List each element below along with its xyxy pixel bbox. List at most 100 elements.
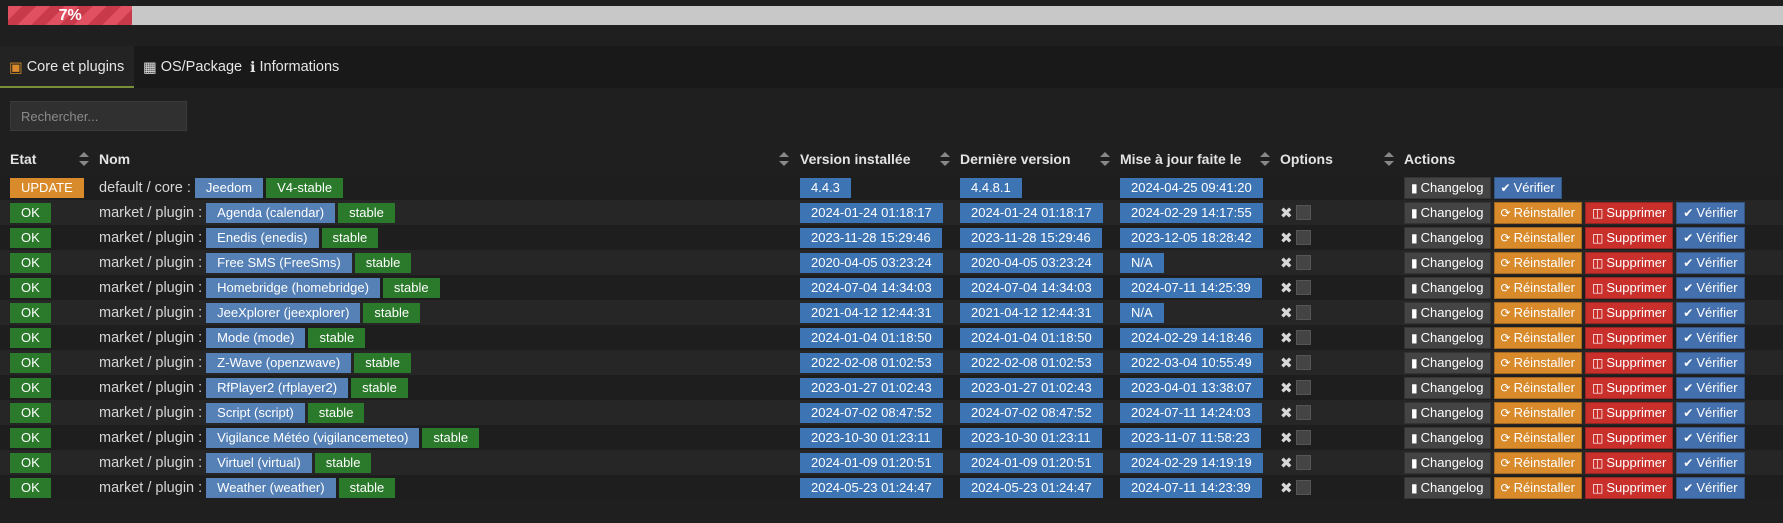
verify-button[interactable]: ✔ Vérifier (1676, 351, 1745, 374)
search-input[interactable] (10, 101, 187, 131)
reinstall-button[interactable]: ⟳ Réinstaller (1493, 201, 1582, 224)
verify-button[interactable]: ✔ Vérifier (1676, 226, 1745, 249)
verify-button[interactable]: ✔ Vérifier (1676, 401, 1745, 424)
delete-button[interactable]: ◫ Supprimer (1584, 301, 1674, 324)
delete-button[interactable]: ◫ Supprimer (1584, 226, 1674, 249)
tab-informations[interactable]: ℹ Informations (241, 46, 349, 88)
verify-button[interactable]: ✔ Vérifier (1676, 476, 1745, 499)
verify-button[interactable]: ✔ Vérifier (1676, 201, 1745, 224)
option-checkbox[interactable] (1295, 230, 1311, 245)
latest-version-badge: 4.4.8.1 (960, 177, 1022, 198)
changelog-button[interactable]: ▮ Changelog (1404, 251, 1491, 274)
update-date-badge: 2024-07-11 14:24:03 (1120, 402, 1262, 423)
reinstall-button[interactable]: ⟳ Réinstaller (1493, 426, 1582, 449)
reinstall-button[interactable]: ⟳ Réinstaller (1493, 351, 1582, 374)
delete-button[interactable]: ◫ Supprimer (1584, 451, 1674, 474)
button-label: Changelog (1420, 280, 1484, 295)
refresh-icon: ⟳ (1500, 230, 1511, 245)
button-label: Supprimer (1606, 380, 1667, 395)
source-label: market / plugin : (99, 204, 203, 221)
changelog-button[interactable]: ▮ Changelog (1404, 326, 1491, 349)
reinstall-button[interactable]: ⟳ Réinstaller (1493, 226, 1582, 249)
column-header-version-installee[interactable]: Version installée (800, 148, 911, 170)
box-icon: ▣ (9, 60, 23, 76)
verify-button[interactable]: ✔ Vérifier (1676, 276, 1745, 299)
sort-icon[interactable] (940, 149, 950, 169)
column-header-etat[interactable]: Etat (10, 148, 36, 170)
changelog-button[interactable]: ▮ Changelog (1404, 301, 1491, 324)
option-checkbox[interactable] (1295, 305, 1311, 320)
delete-button[interactable]: ◫ Supprimer (1584, 351, 1674, 374)
changelog-button[interactable]: ▮ Changelog (1404, 451, 1491, 474)
reinstall-button[interactable]: ⟳ Réinstaller (1493, 326, 1582, 349)
verify-button[interactable]: ✔ Vérifier (1676, 426, 1745, 449)
delete-button[interactable]: ◫ Supprimer (1584, 401, 1674, 424)
button-label: Supprimer (1606, 205, 1667, 220)
changelog-button[interactable]: ▮ Changelog (1404, 401, 1491, 424)
status-badge: OK (10, 477, 51, 498)
changelog-button[interactable]: ▮ Changelog (1404, 176, 1491, 199)
tab-core-plugins[interactable]: ▣ Core et plugins (0, 46, 135, 88)
update-date-badge: 2024-02-29 14:18:46 (1120, 327, 1263, 348)
reinstall-button[interactable]: ⟳ Réinstaller (1493, 301, 1582, 324)
delete-button[interactable]: ◫ Supprimer (1584, 251, 1674, 274)
trash-icon: ◫ (1591, 205, 1604, 220)
option-checkbox[interactable] (1295, 330, 1311, 345)
changelog-button[interactable]: ▮ Changelog (1404, 201, 1491, 224)
option-checkbox[interactable] (1295, 380, 1311, 395)
verify-button[interactable]: ✔ Vérifier (1676, 251, 1745, 274)
changelog-button[interactable]: ▮ Changelog (1404, 226, 1491, 249)
verify-button[interactable]: ✔ Vérifier (1676, 326, 1745, 349)
changelog-button[interactable]: ▮ Changelog (1404, 426, 1491, 449)
verify-button[interactable]: ✔ Vérifier (1676, 451, 1745, 474)
option-checkbox[interactable] (1295, 355, 1311, 370)
tools-icon: ✖ (1280, 379, 1293, 397)
check-icon: ✔ (1683, 380, 1694, 395)
reinstall-button[interactable]: ⟳ Réinstaller (1493, 451, 1582, 474)
trash-icon: ◫ (1591, 480, 1604, 495)
delete-button[interactable]: ◫ Supprimer (1584, 201, 1674, 224)
column-header-derniere-version[interactable]: Dernière version (960, 148, 1071, 170)
sort-icon[interactable] (779, 149, 789, 169)
column-header-nom[interactable]: Nom (99, 148, 130, 170)
delete-button[interactable]: ◫ Supprimer (1584, 276, 1674, 299)
option-checkbox[interactable] (1295, 280, 1311, 295)
tab-os-package[interactable]: ▦ OS/Package (134, 46, 252, 88)
sort-icon[interactable] (1260, 149, 1270, 169)
option-checkbox[interactable] (1295, 430, 1311, 445)
changelog-button[interactable]: ▮ Changelog (1404, 376, 1491, 399)
sort-icon[interactable] (1100, 149, 1110, 169)
option-checkbox[interactable] (1295, 455, 1311, 470)
verify-button[interactable]: ✔ Vérifier (1676, 301, 1745, 324)
delete-button[interactable]: ◫ Supprimer (1584, 326, 1674, 349)
option-checkbox[interactable] (1295, 480, 1311, 495)
branch-badge: stable (351, 377, 408, 398)
option-checkbox[interactable] (1295, 255, 1311, 270)
delete-button[interactable]: ◫ Supprimer (1584, 376, 1674, 399)
reinstall-button[interactable]: ⟳ Réinstaller (1493, 376, 1582, 399)
status-badge: OK (10, 302, 51, 323)
delete-button[interactable]: ◫ Supprimer (1584, 476, 1674, 499)
reinstall-button[interactable]: ⟳ Réinstaller (1493, 476, 1582, 499)
reinstall-button[interactable]: ⟳ Réinstaller (1493, 276, 1582, 299)
sort-icon[interactable] (79, 149, 89, 169)
sort-icon[interactable] (1384, 149, 1394, 169)
button-label: Réinstaller (1513, 380, 1575, 395)
installed-version-badge: 2023-10-30 01:23:11 (800, 427, 942, 448)
changelog-button[interactable]: ▮ Changelog (1404, 276, 1491, 299)
reinstall-button[interactable]: ⟳ Réinstaller (1493, 251, 1582, 274)
verify-button[interactable]: ✔ Vérifier (1493, 176, 1562, 199)
verify-button[interactable]: ✔ Vérifier (1676, 376, 1745, 399)
option-checkbox[interactable] (1295, 405, 1311, 420)
column-header-mise-a-jour[interactable]: Mise à jour faite le (1120, 148, 1241, 170)
changelog-button[interactable]: ▮ Changelog (1404, 351, 1491, 374)
button-label: Supprimer (1606, 330, 1667, 345)
delete-button[interactable]: ◫ Supprimer (1584, 426, 1674, 449)
table-row: OK market / plugin : Vigilance Météo (vigi… (0, 425, 1783, 450)
option-checkbox[interactable] (1295, 205, 1311, 220)
reinstall-button[interactable]: ⟳ Réinstaller (1493, 401, 1582, 424)
changelog-button[interactable]: ▮ Changelog (1404, 476, 1491, 499)
column-header-options[interactable]: Options (1280, 148, 1333, 170)
table-row: OK market / plugin : Virtuel (virtual) stab… (0, 450, 1783, 475)
trash-icon: ◫ (1591, 380, 1604, 395)
